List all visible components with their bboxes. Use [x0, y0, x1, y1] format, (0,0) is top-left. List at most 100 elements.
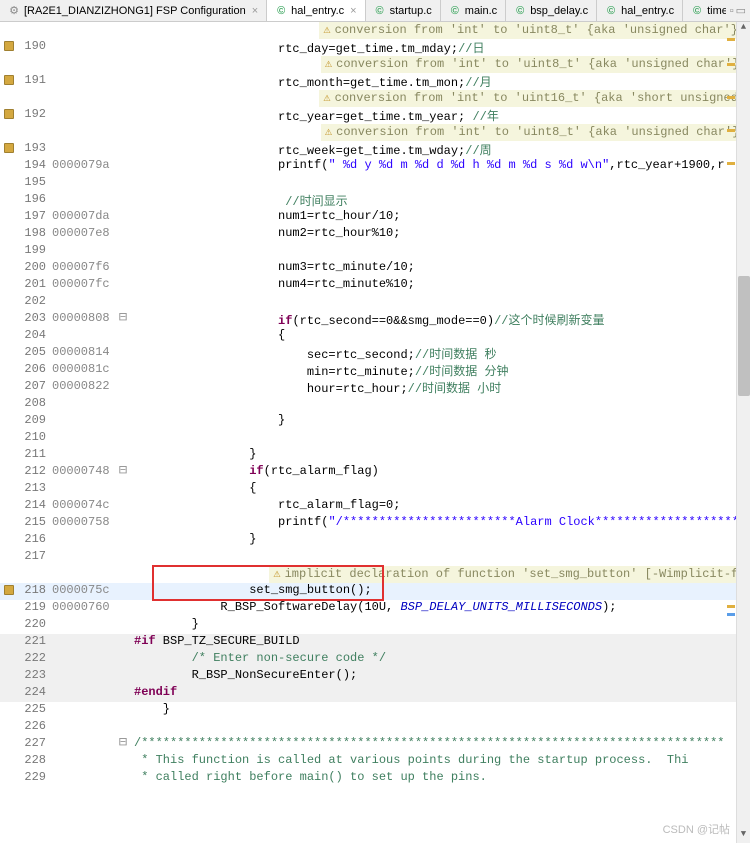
scroll-up-arrow[interactable]: ▲ — [737, 22, 750, 36]
line-number: 194 — [18, 158, 50, 175]
code-line[interactable]: 222 /* Enter non-secure code */ — [0, 651, 750, 668]
code-text: hour=rtc_hour;//时间数据 小时 — [130, 379, 750, 396]
line-number: 222 — [18, 651, 50, 668]
marker-gutter — [0, 702, 18, 719]
code-line[interactable]: 21900000760 R_BSP_SoftwareDelay(10U, BSP… — [0, 600, 750, 617]
marker-gutter — [0, 362, 18, 379]
code-line[interactable]: 220 } — [0, 617, 750, 634]
code-line[interactable]: 202 — [0, 294, 750, 311]
code-line[interactable]: 190 rtc_day=get_time.tm_mday;//日 — [0, 39, 750, 56]
tab-main-c[interactable]: ©main.c — [441, 0, 506, 21]
fold-gutter — [116, 719, 130, 736]
close-icon[interactable]: × — [350, 5, 356, 17]
line-number: 195 — [18, 175, 50, 192]
marker-gutter — [0, 90, 17, 107]
tab-overflow-controls: ▫ ▭ — [726, 0, 750, 21]
marker-gutter — [0, 430, 18, 447]
code-line[interactable]: ⚠implicit declaration of function 'set_s… — [0, 566, 750, 583]
code-line[interactable]: 221#if BSP_TZ_SECURE_BUILD — [0, 634, 750, 651]
code-line[interactable]: 20500000814 sec=rtc_second;//时间数据 秒 — [0, 345, 750, 362]
code-line[interactable]: ⚠conversion from 'int' to 'uint8_t' {aka… — [0, 22, 750, 39]
code-line[interactable]: 228 * This function is called at various… — [0, 753, 750, 770]
address — [50, 702, 116, 719]
maximize-icon[interactable]: ▭ — [736, 4, 746, 17]
tab-hal-entry-c[interactable]: ©hal_entry.c — [597, 0, 683, 21]
code-line[interactable]: 200000007f6 num3=rtc_minute/10; — [0, 260, 750, 277]
code-line[interactable]: 198000007e8 num2=rtc_hour%10; — [0, 226, 750, 243]
code-line[interactable]: 216 } — [0, 532, 750, 549]
code-line[interactable]: 193 rtc_week=get_time.tm_wday;//周 — [0, 141, 750, 158]
fold-gutter — [116, 175, 130, 192]
code-line[interactable]: 191 rtc_month=get_time.tm_mon;//月 — [0, 73, 750, 90]
code-line[interactable]: 204 { — [0, 328, 750, 345]
code-line[interactable]: ⚠conversion from 'int' to 'uint8_t' {aka… — [0, 124, 750, 141]
address — [50, 753, 116, 770]
code-line[interactable]: 226 — [0, 719, 750, 736]
fold-gutter[interactable]: ⊟ — [116, 464, 130, 481]
overview-ruler[interactable] — [726, 22, 736, 843]
code-line[interactable]: 20700000822 hour=rtc_hour;//时间数据 小时 — [0, 379, 750, 396]
code-line[interactable]: 209 } — [0, 413, 750, 430]
code-line[interactable]: ⚠conversion from 'int' to 'uint8_t' {aka… — [0, 56, 750, 73]
code-text: } — [130, 617, 750, 634]
fold-gutter[interactable]: ⊟ — [116, 311, 130, 328]
code-line[interactable]: 195 — [0, 175, 750, 192]
code-line[interactable]: 210 — [0, 430, 750, 447]
line-number — [17, 22, 48, 39]
address: 000007da — [50, 209, 116, 226]
scroll-thumb[interactable] — [738, 276, 750, 396]
code-line[interactable]: 199 — [0, 243, 750, 260]
code-line[interactable]: 196 //时间显示 — [0, 192, 750, 209]
code-line[interactable]: 229 * called right before main() to set … — [0, 770, 750, 787]
fold-gutter — [116, 532, 130, 549]
code-line[interactable]: 208 — [0, 396, 750, 413]
address: 00000748 — [50, 464, 116, 481]
close-icon[interactable]: × — [252, 5, 258, 17]
code-line[interactable]: 20300000808⊟ if(rtc_second==0&&smg_mode=… — [0, 311, 750, 328]
code-line[interactable]: 2060000081c min=rtc_minute;//时间数据 分钟 — [0, 362, 750, 379]
restore-icon[interactable]: ▫ — [730, 5, 734, 17]
line-number: 216 — [18, 532, 50, 549]
c-file-icon: © — [374, 5, 386, 17]
marker-gutter — [0, 651, 18, 668]
line-number: 206 — [18, 362, 50, 379]
vertical-scrollbar[interactable]: ▲ ▼ — [736, 22, 750, 843]
code-line[interactable]: 2140000074c rtc_alarm_flag=0; — [0, 498, 750, 515]
address: 000007e8 — [50, 226, 116, 243]
scroll-down-arrow[interactable]: ▼ — [737, 829, 750, 843]
code-line[interactable]: ⚠conversion from 'int' to 'uint16_t' {ak… — [0, 90, 750, 107]
code-line[interactable]: 197000007da num1=rtc_hour/10; — [0, 209, 750, 226]
code-line[interactable]: 1940000079a printf(" %d y %d m %d d %d h… — [0, 158, 750, 175]
code-line[interactable]: 211 } — [0, 447, 750, 464]
warning-bug-icon — [4, 585, 14, 595]
marker-gutter — [0, 277, 18, 294]
tab-bsp-delay-c[interactable]: ©bsp_delay.c — [506, 0, 597, 21]
code-line[interactable]: 192 rtc_year=get_time.tm_year; //年 — [0, 107, 750, 124]
code-line[interactable]: 223 R_BSP_NonSecureEnter(); — [0, 668, 750, 685]
tab-label: main.c — [465, 5, 497, 17]
code-content[interactable]: ⚠conversion from 'int' to 'uint8_t' {aka… — [0, 22, 750, 843]
tab-startup-c[interactable]: ©startup.c — [366, 0, 441, 21]
code-line[interactable]: 201000007fc num4=rtc_minute%10; — [0, 277, 750, 294]
marker-gutter — [0, 56, 17, 73]
code-text: { — [130, 328, 750, 345]
fold-gutter[interactable]: ⊟ — [116, 736, 130, 753]
code-line[interactable]: 21500000758 printf("/*******************… — [0, 515, 750, 532]
tab--ra2e1-dianzizhong1--fsp-configuration[interactable]: ⚙[RA2E1_DIANZIZHONG1] FSP Configuration× — [0, 0, 267, 21]
code-line[interactable]: 217 — [0, 549, 750, 566]
line-number: 203 — [18, 311, 50, 328]
address — [50, 430, 116, 447]
code-line[interactable]: 225 } — [0, 702, 750, 719]
code-line[interactable]: 227⊟/***********************************… — [0, 736, 750, 753]
marker-gutter — [0, 566, 18, 583]
tab-hal-entry-c[interactable]: ©hal_entry.c× — [267, 0, 365, 21]
code-line[interactable]: 21200000748⊟ if(rtc_alarm_flag) — [0, 464, 750, 481]
fold-gutter — [116, 73, 130, 90]
tab-label: bsp_delay.c — [530, 5, 588, 17]
code-text: rtc_month=get_time.tm_mon;//月 — [130, 73, 750, 90]
address — [50, 668, 116, 685]
code-line[interactable]: 224#endif — [0, 685, 750, 702]
code-line[interactable]: 213 { — [0, 481, 750, 498]
tab-timer-smg-c[interactable]: ©timer_smg.c — [683, 0, 726, 21]
code-line[interactable]: 2180000075c set_smg_button(); — [0, 583, 750, 600]
